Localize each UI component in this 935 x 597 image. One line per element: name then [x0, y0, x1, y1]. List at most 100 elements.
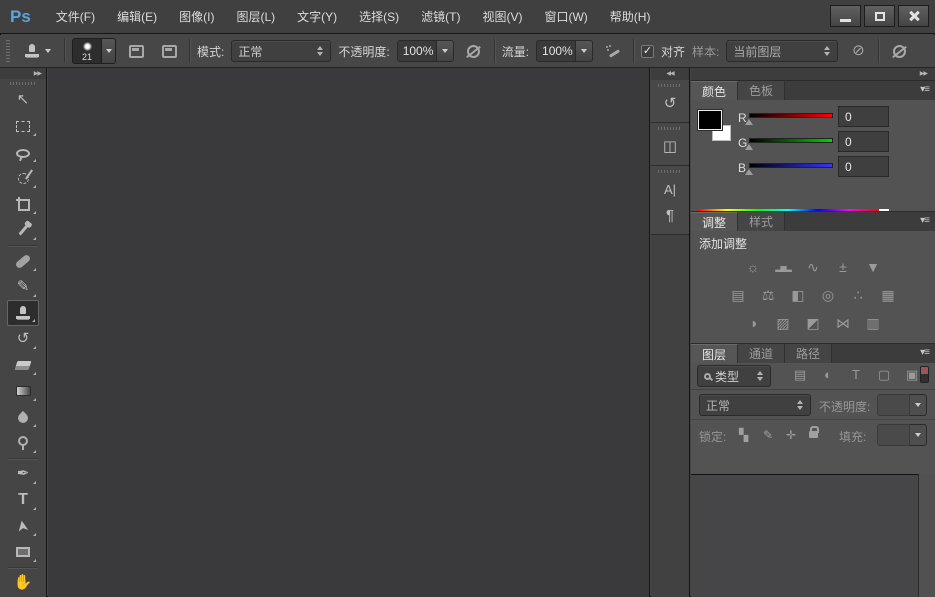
menu-select[interactable]: 选择(S): [348, 0, 410, 33]
tool-brush[interactable]: ✎: [7, 274, 39, 300]
layer-opacity-dropdown-button[interactable]: [910, 394, 927, 416]
pressure-opacity-button[interactable]: [461, 38, 487, 64]
opacity-dropdown-button[interactable]: [437, 40, 454, 62]
tool-spot-healing-brush[interactable]: [7, 248, 39, 274]
panel-menu-icon[interactable]: ▾≡: [920, 215, 929, 226]
tool-move[interactable]: ↖: [7, 87, 39, 113]
curves-icon[interactable]: ∿: [802, 257, 824, 277]
filter-smart-object-icon[interactable]: ▣: [903, 367, 921, 383]
panel-menu-icon[interactable]: ▾≡: [920, 84, 929, 95]
tool-hand[interactable]: ✋: [7, 570, 39, 596]
layers-list[interactable]: [691, 474, 919, 597]
airbrush-toggle-button[interactable]: [600, 38, 626, 64]
hue-saturation-icon[interactable]: ▤: [727, 285, 749, 305]
tool-path-selection[interactable]: ➤: [7, 513, 39, 539]
filter-type-layers-icon[interactable]: T: [847, 367, 865, 383]
close-button[interactable]: [898, 5, 929, 27]
channel-mixer-icon[interactable]: ∴: [847, 285, 869, 305]
selective-color-icon[interactable]: ▥: [862, 313, 884, 333]
color-lookup-icon[interactable]: ▦: [877, 285, 899, 305]
menu-edit[interactable]: 编辑(E): [106, 0, 168, 33]
lock-image-pixels-icon[interactable]: ✎: [763, 428, 773, 442]
red-slider[interactable]: [749, 113, 833, 118]
brush-picker-dropdown-button[interactable]: [102, 38, 116, 64]
tab-swatches[interactable]: 色板: [738, 81, 785, 100]
toolbar-gripper[interactable]: [10, 82, 36, 85]
menu-layer[interactable]: 图层(L): [225, 0, 286, 33]
flow-dropdown-button[interactable]: [576, 40, 593, 62]
tool-pen[interactable]: ✒: [7, 461, 39, 487]
tool-lasso[interactable]: [7, 139, 39, 165]
color-balance-icon[interactable]: ⚖: [757, 285, 779, 305]
tab-channels[interactable]: 通道: [738, 344, 785, 363]
paragraph-panel-button[interactable]: ¶: [655, 202, 685, 228]
layer-opacity-value[interactable]: [877, 394, 910, 416]
green-value-field[interactable]: 0: [838, 131, 889, 152]
exposure-icon[interactable]: ±: [832, 257, 854, 277]
invert-icon[interactable]: ◑: [742, 313, 764, 333]
blue-value-field[interactable]: 0: [838, 156, 889, 177]
green-slider-thumb[interactable]: [745, 144, 753, 150]
aligned-checkbox[interactable]: ✓: [641, 45, 654, 58]
pressure-size-button[interactable]: [886, 38, 912, 64]
dock-expand-button[interactable]: ◀◀: [651, 68, 689, 80]
panel-column-collapse-button[interactable]: ▶▶: [691, 68, 935, 80]
maximize-button[interactable]: [864, 5, 895, 27]
layer-filter-select[interactable]: 类型: [697, 365, 771, 387]
green-slider[interactable]: [749, 138, 833, 143]
menu-type[interactable]: 文字(Y): [286, 0, 348, 33]
sample-select[interactable]: 当前图层: [726, 40, 838, 62]
tool-clone-stamp[interactable]: [7, 300, 39, 326]
flow-value[interactable]: 100%: [536, 40, 576, 62]
levels-icon[interactable]: ▂▅▂: [772, 257, 794, 277]
menu-file[interactable]: 文件(F): [45, 0, 106, 33]
brightness-contrast-icon[interactable]: ☼: [742, 257, 764, 277]
opacity-value[interactable]: 100%: [397, 40, 437, 62]
dock-gripper[interactable]: [658, 170, 682, 173]
panel-menu-icon[interactable]: ▾≡: [920, 347, 929, 358]
blue-slider[interactable]: [749, 163, 833, 168]
tool-blur[interactable]: [7, 404, 39, 430]
tool-dodge[interactable]: [7, 430, 39, 456]
tool-history-brush[interactable]: ↺: [7, 326, 39, 352]
black-white-icon[interactable]: ◧: [787, 285, 809, 305]
tool-eraser[interactable]: [7, 352, 39, 378]
tool-rectangle-shape[interactable]: [7, 539, 39, 565]
gradient-map-icon[interactable]: ⋈: [832, 313, 854, 333]
red-value-field[interactable]: 0: [838, 106, 889, 127]
3d-panel-button[interactable]: ◫: [655, 133, 685, 159]
tab-paths[interactable]: 路径: [785, 344, 832, 363]
layers-scroll-track[interactable]: [919, 474, 935, 597]
tool-type[interactable]: T: [7, 487, 39, 513]
history-panel-button[interactable]: ↺: [655, 90, 685, 116]
dock-gripper[interactable]: [658, 84, 682, 87]
ignore-adjustment-layers-button[interactable]: ⊘: [845, 38, 871, 64]
lock-position-icon[interactable]: ✛: [786, 428, 796, 442]
tool-eyedropper[interactable]: [7, 217, 39, 243]
vibrance-icon[interactable]: ▼: [862, 257, 884, 277]
photo-filter-icon[interactable]: ◎: [817, 285, 839, 305]
layer-filtering-toggle[interactable]: [920, 366, 929, 383]
menu-help[interactable]: 帮助(H): [599, 0, 662, 33]
filter-adjustment-layers-icon[interactable]: ◐: [819, 367, 837, 383]
posterize-icon[interactable]: ▨: [772, 313, 794, 333]
character-panel-button[interactable]: A|: [655, 176, 685, 202]
threshold-icon[interactable]: ◩: [802, 313, 824, 333]
blue-slider-thumb[interactable]: [745, 169, 753, 175]
foreground-color-swatch[interactable]: [698, 110, 722, 130]
tool-quick-selection[interactable]: [7, 165, 39, 191]
tool-crop[interactable]: [7, 191, 39, 217]
toggle-brush-panel-button[interactable]: [123, 38, 149, 64]
tab-layers[interactable]: 图层: [691, 344, 738, 363]
menu-image[interactable]: 图像(I): [168, 0, 225, 33]
minimize-button[interactable]: [830, 5, 861, 27]
filter-shape-layers-icon[interactable]: ▢: [875, 367, 893, 383]
lock-all-icon[interactable]: [809, 431, 818, 438]
fill-value[interactable]: [877, 424, 910, 446]
tool-gradient[interactable]: [7, 378, 39, 404]
menu-view[interactable]: 视图(V): [471, 0, 533, 33]
toggle-clone-source-panel-button[interactable]: [156, 38, 182, 64]
filter-pixel-layers-icon[interactable]: ▤: [791, 367, 809, 383]
tab-styles[interactable]: 样式: [738, 212, 785, 231]
menu-window[interactable]: 窗口(W): [533, 0, 598, 33]
